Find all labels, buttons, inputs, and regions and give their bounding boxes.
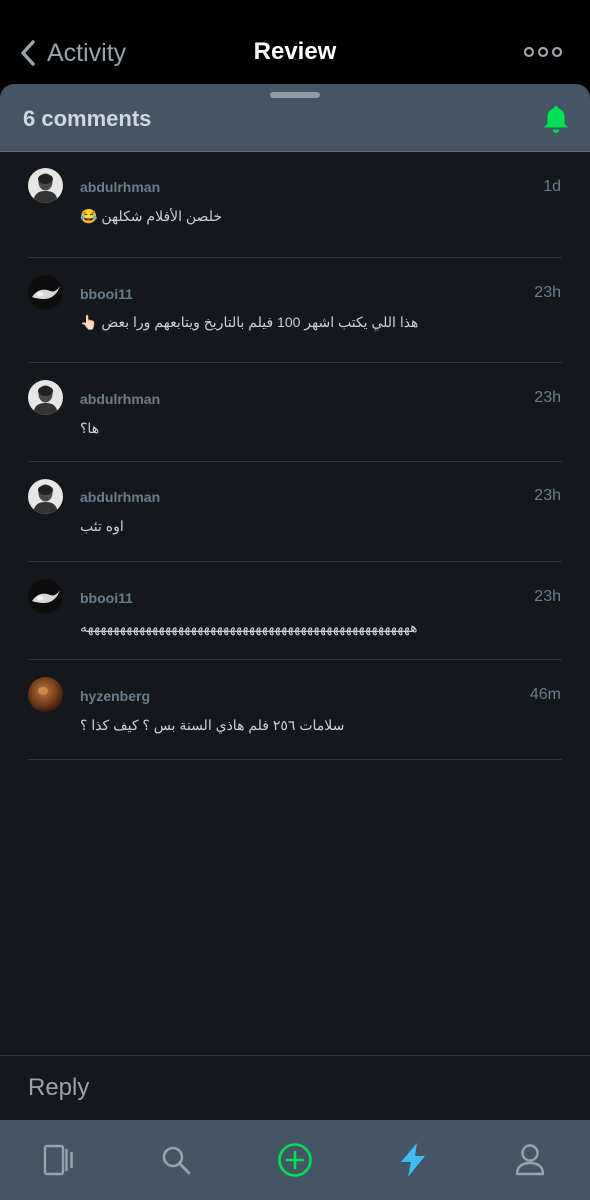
comments-header: 6 comments [0, 84, 590, 152]
more-horizontal-icon[interactable] [524, 44, 562, 60]
film-icon [43, 1144, 73, 1176]
comment-time: 23h [534, 389, 561, 406]
top-nav-bar: Activity Review [0, 0, 590, 84]
bell-icon[interactable] [542, 104, 570, 134]
comment-time: 23h [534, 284, 561, 301]
search-icon [162, 1146, 191, 1175]
comment-text: ها؟ [80, 420, 100, 436]
comment-text: هذا اللي يكتب اشهر 100 فيلم بالتاريخ ويت… [80, 314, 419, 330]
comment-time: 1d [543, 178, 561, 195]
comment-item: abdulrhman 23h اوه تئب [28, 462, 562, 562]
comment-item: abdulrhman 23h ها؟ [28, 363, 562, 462]
comment-item: bbooi11 23h هذا اللي يكتب اشهر 100 فيلم … [28, 258, 562, 363]
comment-username[interactable]: hyzenberg [80, 688, 150, 704]
comment-list: abdulrhman 1d خلصن الأفلام شكلهن 😂 bbooi… [0, 152, 590, 760]
add-circle-icon [278, 1143, 312, 1177]
comment-item: abdulrhman 1d خلصن الأفلام شكلهن 😂 [28, 152, 562, 258]
comment-item: hyzenberg 46m سلامات ٢٥٦ فلم هاذي السنة … [28, 660, 562, 760]
comment-item: bbooi11 23h هههههههههههههههههههههههههههه… [28, 562, 562, 660]
comments-sheet: 6 comments abdulrhman 1d خلصن الأفلام شك… [0, 84, 590, 1120]
tab-bar [0, 1120, 590, 1200]
page-title: Review [253, 38, 337, 65]
comment-username[interactable]: abdulrhman [80, 489, 160, 505]
comment-username[interactable]: abdulrhman [80, 179, 160, 195]
profile-icon [515, 1144, 545, 1176]
comment-text: هههههههههههههههههههههههههههههههههههههههه… [80, 619, 418, 635]
tab-profile[interactable] [500, 1130, 560, 1190]
reply-bar: Reply [0, 1055, 590, 1120]
comment-text: سلامات ٢٥٦ فلم هاذي السنة بس ؟ كيف كذا ؟ [80, 717, 345, 733]
tab-search[interactable] [146, 1130, 206, 1190]
comment-time: 23h [534, 588, 561, 605]
avatar[interactable] [28, 275, 63, 310]
tab-activity[interactable] [383, 1130, 443, 1190]
avatar[interactable] [28, 479, 63, 514]
sheet-grabber[interactable] [270, 92, 320, 98]
avatar[interactable] [28, 579, 63, 614]
lightning-icon [401, 1143, 425, 1177]
comment-text: خلصن الأفلام شكلهن 😂 [80, 208, 222, 224]
reply-input[interactable]: Reply [28, 1074, 89, 1102]
comment-username[interactable]: bbooi11 [80, 286, 133, 302]
comment-username[interactable]: abdulrhman [80, 391, 160, 407]
comment-time: 23h [534, 487, 561, 504]
tab-add[interactable] [265, 1130, 325, 1190]
avatar[interactable] [28, 380, 63, 415]
comment-time: 46m [529, 686, 561, 703]
comment-username[interactable]: bbooi11 [80, 590, 133, 606]
comment-text: اوه تئب [80, 518, 124, 534]
tab-films[interactable] [29, 1130, 89, 1190]
comment-count: 6 comments [23, 106, 152, 131]
avatar[interactable] [28, 677, 63, 712]
avatar[interactable] [28, 168, 63, 203]
